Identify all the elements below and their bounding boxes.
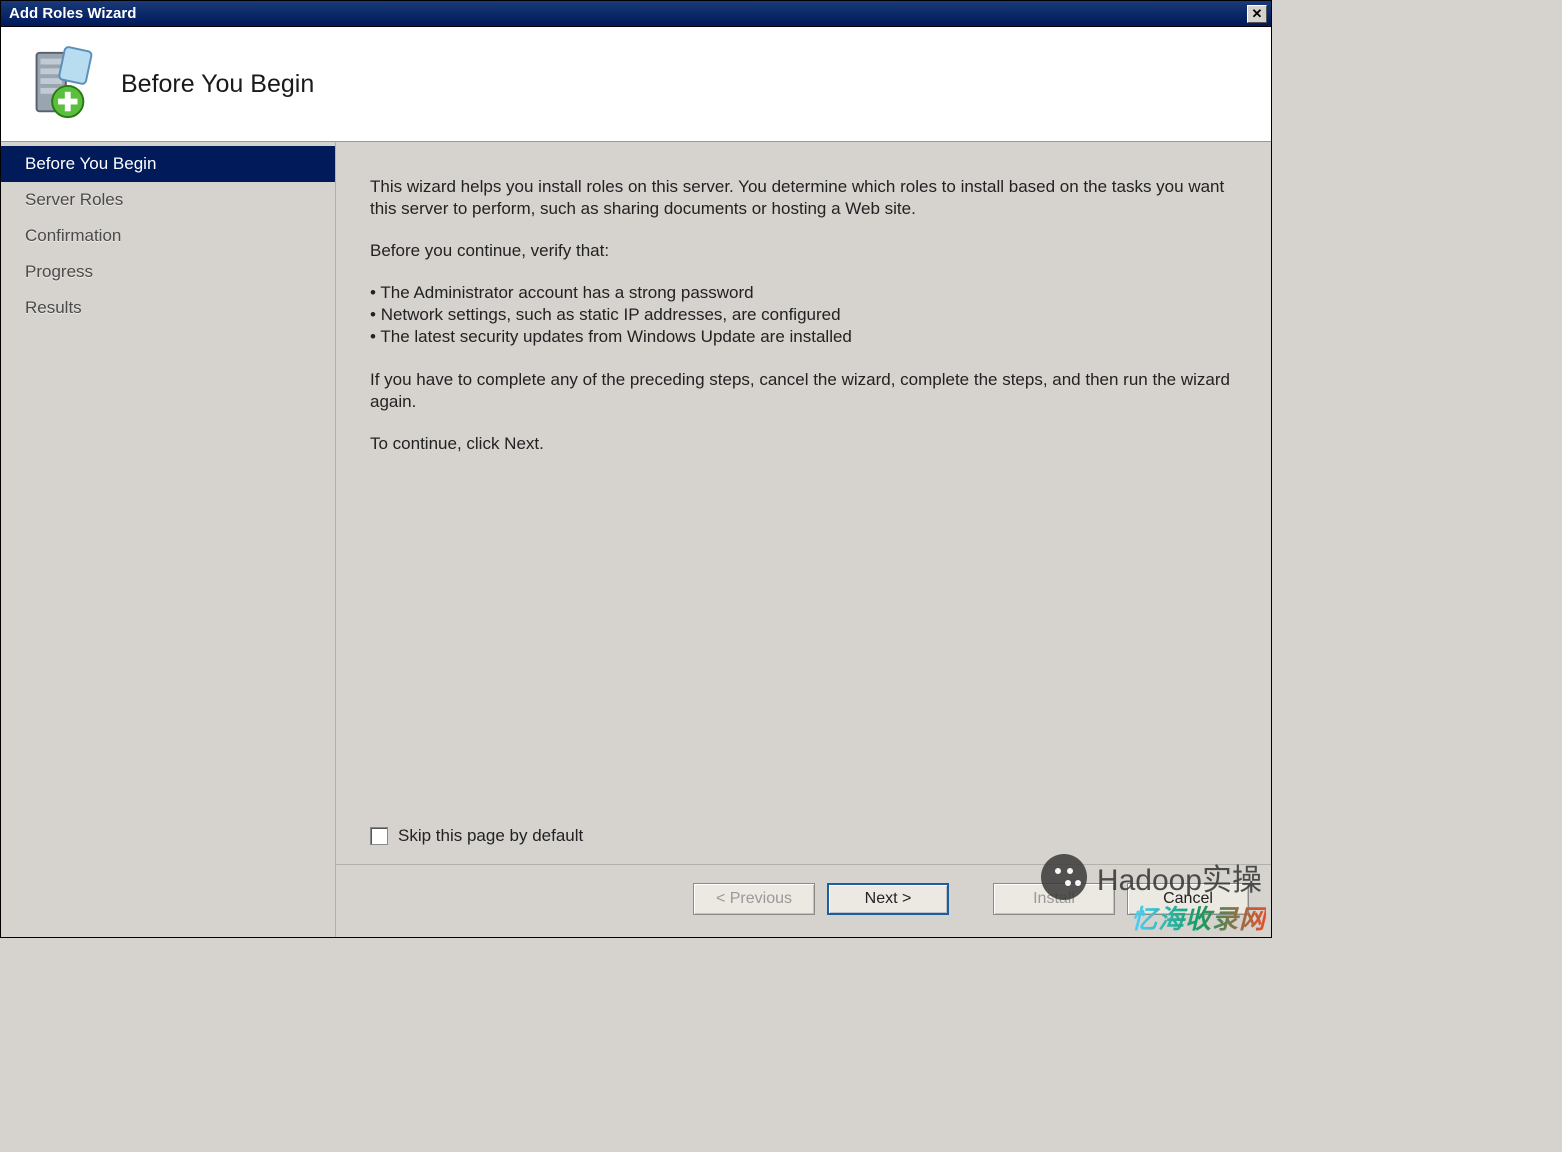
- sidebar-item-label: Before You Begin: [25, 154, 156, 173]
- content-text: This wizard helps you install roles on t…: [336, 142, 1271, 826]
- close-button[interactable]: ✕: [1247, 5, 1267, 23]
- bullet-item: The latest security updates from Windows…: [370, 326, 1237, 348]
- bullet-item: The Administrator account has a strong p…: [370, 282, 1237, 304]
- previous-button: < Previous: [693, 883, 815, 915]
- close-icon: ✕: [1252, 6, 1263, 22]
- sidebar-item-before-you-begin[interactable]: Before You Begin: [1, 146, 335, 182]
- sidebar-item-server-roles[interactable]: Server Roles: [1, 182, 335, 218]
- button-label: < Previous: [716, 890, 792, 908]
- cancel-button[interactable]: Cancel: [1127, 883, 1249, 915]
- page-title: Before You Begin: [121, 70, 314, 99]
- footer-gap: [961, 883, 981, 915]
- button-label: Install: [1033, 890, 1075, 908]
- next-button[interactable]: Next >: [827, 883, 949, 915]
- wizard-body: Before You Begin Server Roles Confirmati…: [1, 142, 1271, 937]
- intro-paragraph: This wizard helps you install roles on t…: [370, 176, 1237, 220]
- footer: < Previous Next > Install Cancel: [336, 864, 1271, 937]
- sidebar-item-label: Server Roles: [25, 190, 123, 209]
- button-label: Next >: [865, 890, 912, 908]
- wizard-window: Add Roles Wizard ✕ Before You Begin Befo: [0, 0, 1272, 938]
- server-role-icon: [19, 45, 97, 123]
- cancel-note: If you have to complete any of the prece…: [370, 369, 1237, 413]
- content-pane: This wizard helps you install roles on t…: [336, 142, 1271, 937]
- skip-label: Skip this page by default: [398, 826, 583, 846]
- button-label: Cancel: [1163, 890, 1213, 908]
- window-title: Add Roles Wizard: [5, 5, 1247, 22]
- sidebar: Before You Begin Server Roles Confirmati…: [1, 142, 336, 937]
- wizard-header: Before You Begin: [1, 27, 1271, 142]
- sidebar-item-confirmation[interactable]: Confirmation: [1, 218, 335, 254]
- verify-list: The Administrator account has a strong p…: [370, 282, 1237, 348]
- verify-heading: Before you continue, verify that:: [370, 240, 1237, 262]
- sidebar-item-results[interactable]: Results: [1, 290, 335, 326]
- install-button: Install: [993, 883, 1115, 915]
- skip-row: Skip this page by default: [336, 826, 1271, 864]
- continue-note: To continue, click Next.: [370, 433, 1237, 455]
- skip-checkbox[interactable]: [370, 827, 388, 845]
- sidebar-item-progress[interactable]: Progress: [1, 254, 335, 290]
- sidebar-item-label: Confirmation: [25, 226, 121, 245]
- titlebar: Add Roles Wizard ✕: [1, 1, 1271, 27]
- sidebar-item-label: Results: [25, 298, 82, 317]
- bullet-item: Network settings, such as static IP addr…: [370, 304, 1237, 326]
- sidebar-item-label: Progress: [25, 262, 93, 281]
